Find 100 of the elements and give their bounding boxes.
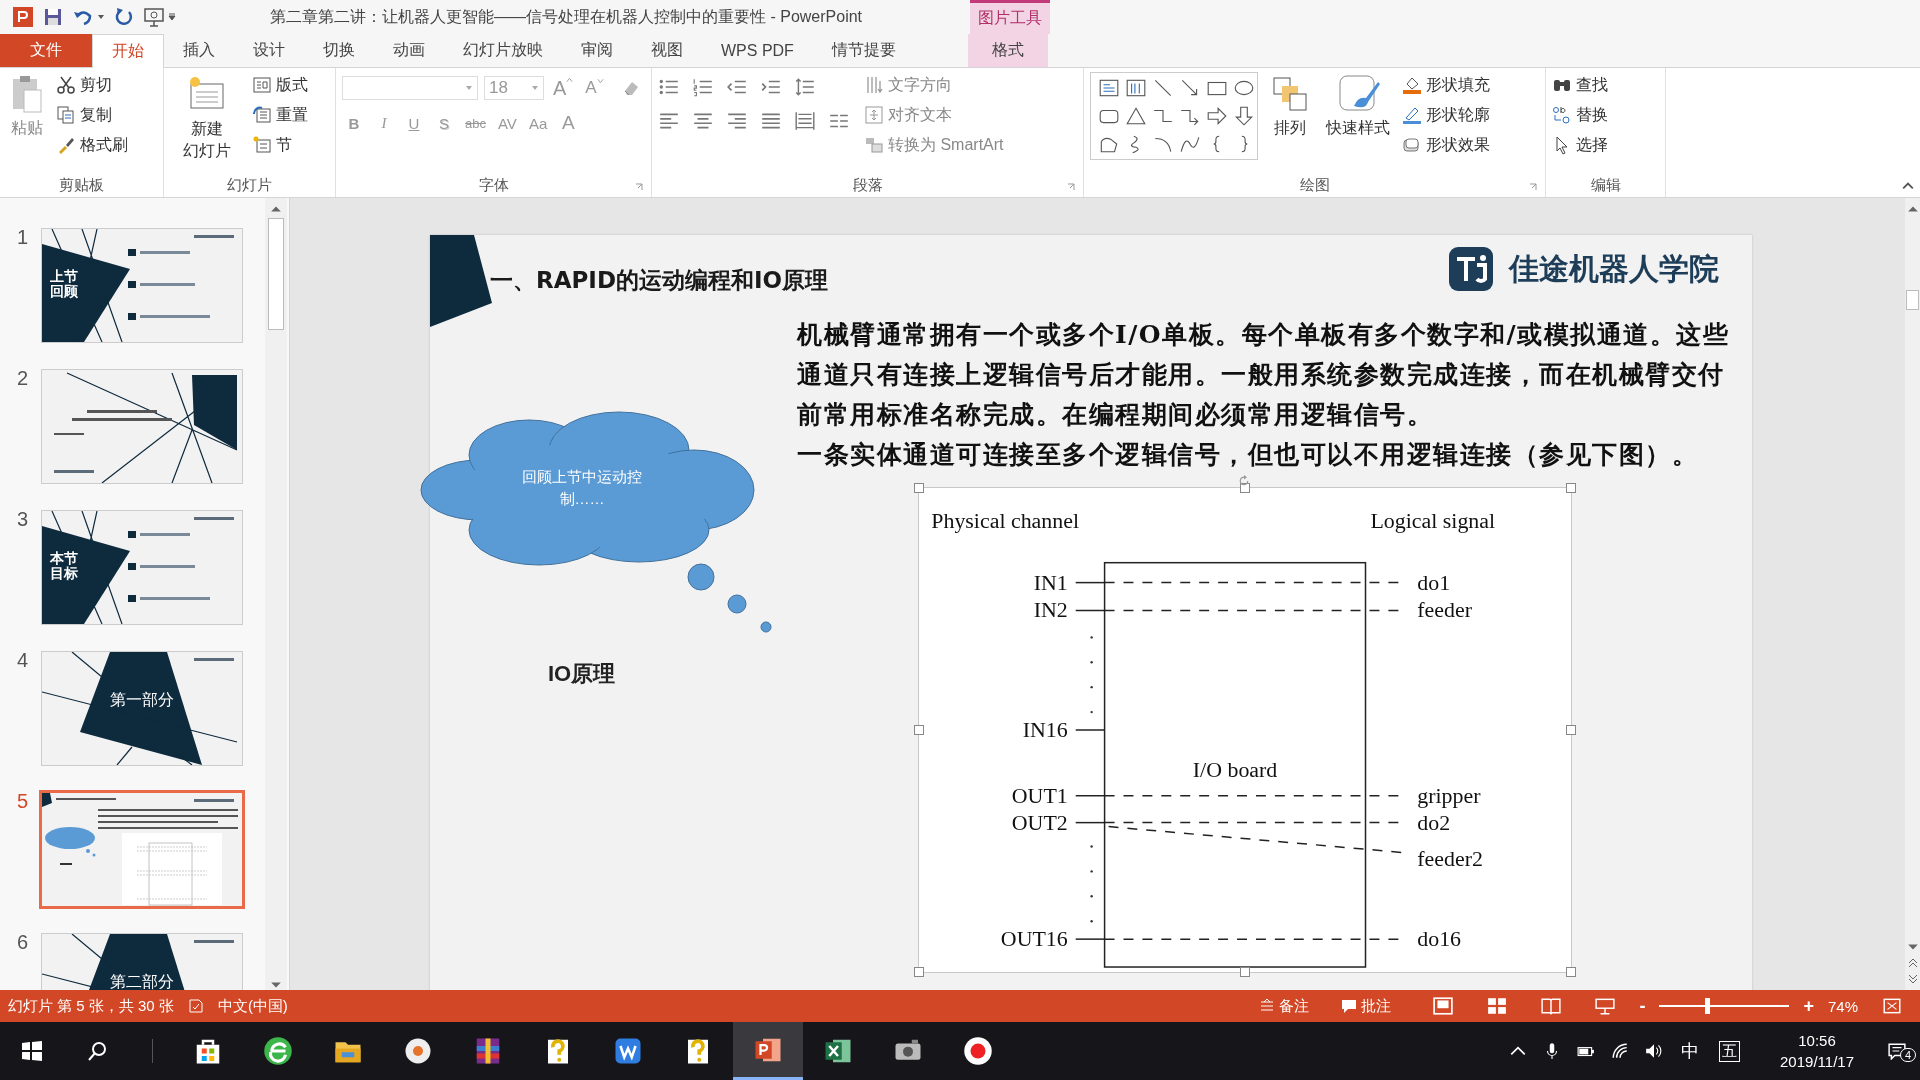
ribbon-tab[interactable]: 设计	[234, 34, 304, 67]
disc-icon[interactable]	[403, 1036, 433, 1066]
slide-thumbnail[interactable]: 上节回顾	[41, 228, 243, 343]
ribbon-tab[interactable]: 切换	[304, 34, 374, 67]
document-app-icon[interactable]	[613, 1036, 643, 1066]
zoom-out-button[interactable]: -	[1639, 995, 1646, 1017]
comments-button[interactable]: 批注	[1341, 996, 1392, 1016]
slide-option-button[interactable]: 节	[252, 132, 308, 158]
line-spacing-icon[interactable]	[794, 76, 816, 98]
normal-view-icon[interactable]	[1433, 997, 1454, 1015]
paragraph-option-button[interactable]: 转换为 SmartArt	[864, 132, 1004, 158]
vertical-textbox-icon[interactable]	[1124, 77, 1148, 99]
shape-gallery[interactable]	[1090, 72, 1258, 160]
rotate-handle-icon[interactable]	[1238, 475, 1250, 487]
spell-check-icon[interactable]	[187, 998, 204, 1014]
quick-styles-button[interactable]: 快速样式	[1322, 72, 1394, 141]
resize-handle[interactable]	[914, 725, 924, 735]
column-header: Physical channel	[931, 507, 1080, 533]
clock-date[interactable]: 2019/11/17	[1780, 1051, 1854, 1072]
zoom-in-button[interactable]: +	[1803, 995, 1814, 1017]
right-arrow-icon[interactable]	[1205, 105, 1229, 127]
ribbon-tab[interactable]: 格式	[968, 34, 1048, 67]
slide-thumbnail[interactable]: 第一部分	[41, 651, 243, 766]
slide-sorter-icon[interactable]	[1487, 997, 1508, 1015]
clock-time[interactable]: 10:56	[1798, 1030, 1836, 1051]
ribbon-tab[interactable]: 动画	[374, 34, 444, 67]
dialog-launcher-icon[interactable]	[1529, 183, 1537, 191]
clipboard-button[interactable]: 剪切	[56, 72, 128, 98]
ribbon-tab[interactable]: 开始	[92, 34, 164, 68]
slide-thumbnail[interactable]	[41, 369, 243, 484]
editing-button[interactable]: 选择	[1552, 132, 1608, 158]
notes-button[interactable]: 备注	[1259, 996, 1310, 1016]
editing-button[interactable]: 替换	[1552, 102, 1608, 128]
zoom-level[interactable]: 74%	[1827, 997, 1858, 1015]
ribbon-tab[interactable]: WPS PDF	[702, 34, 813, 67]
ribbon-tab[interactable]: 审阅	[562, 34, 632, 67]
powerpoint-icon[interactable]	[12, 6, 34, 28]
resize-handle[interactable]	[1240, 483, 1250, 493]
shape-format-button[interactable]: 形状轮廓	[1402, 102, 1490, 128]
resize-handle[interactable]	[1566, 725, 1576, 735]
caret-icon[interactable]	[97, 13, 105, 21]
down-arrow-icon[interactable]	[1232, 105, 1256, 127]
ribbon-tab[interactable]: 情节提要	[812, 34, 915, 67]
resize-handle[interactable]	[1240, 967, 1250, 977]
slide-option-button[interactable]: 版式	[252, 72, 308, 98]
language-indicator[interactable]: 中文(中国)	[217, 996, 288, 1016]
globe-icon[interactable]	[263, 1036, 293, 1066]
next-slide-icon[interactable]	[1906, 974, 1919, 984]
numbering-icon[interactable]	[692, 76, 714, 98]
editing-button[interactable]: 查找	[1552, 72, 1608, 98]
fit-to-window-icon[interactable]	[1882, 997, 1902, 1015]
new-slide-button[interactable]: 新建 幻灯片	[170, 72, 244, 164]
customize-caret-icon[interactable]	[168, 13, 176, 21]
redo-icon[interactable]	[113, 6, 135, 28]
slide-thumbnail[interactable]: 本节目标	[41, 510, 243, 625]
resize-handle[interactable]	[914, 967, 924, 977]
resize-handle[interactable]	[1566, 967, 1576, 977]
clipboard-button[interactable]: 格式刷	[56, 132, 128, 158]
dialog-launcher-icon[interactable]	[1067, 183, 1075, 191]
slide-option-button[interactable]: 重置	[252, 102, 308, 128]
slide-thumbnail[interactable]	[39, 790, 245, 909]
triangle-icon[interactable]	[1124, 105, 1148, 127]
slide-thumbnail[interactable]: 第二部分	[41, 933, 243, 990]
collapse-ribbon-icon[interactable]	[1902, 181, 1914, 191]
textbox-icon[interactable]	[1097, 77, 1121, 99]
input-mode-indicator[interactable]: 五	[1719, 1040, 1741, 1062]
save-icon[interactable]	[42, 6, 64, 28]
wifi-icon[interactable]	[1611, 1042, 1630, 1060]
scroll-up-icon[interactable]	[270, 204, 282, 214]
record-icon[interactable]	[963, 1036, 993, 1066]
group-label: 编辑	[1590, 175, 1621, 195]
volume-icon[interactable]	[1645, 1042, 1664, 1060]
file-tab[interactable]: 文件	[0, 34, 92, 67]
scrollbar-thumb[interactable]	[268, 218, 284, 330]
scroll-down-icon[interactable]	[1906, 942, 1919, 952]
resize-handle[interactable]	[1566, 483, 1576, 493]
font-name-field[interactable]	[342, 76, 478, 100]
ribbon-tab[interactable]: 插入	[164, 34, 234, 67]
paragraph-option-button[interactable]: 文字方向	[864, 72, 1004, 98]
notification-icon[interactable]	[1888, 1042, 1906, 1060]
scrollbar-thumb[interactable]	[1906, 290, 1919, 310]
start-icon[interactable]	[20, 1039, 44, 1063]
slideshow-icon[interactable]	[143, 6, 165, 28]
reading-view-icon[interactable]	[1541, 997, 1562, 1015]
ribbon-tab[interactable]: 幻灯片放映	[444, 34, 562, 67]
dialog-launcher-icon[interactable]	[635, 183, 643, 191]
previous-slide-icon[interactable]	[1906, 958, 1919, 968]
resize-handle[interactable]	[914, 483, 924, 493]
clipboard-button[interactable]: 复制	[56, 102, 128, 128]
paste-button[interactable]: 粘贴	[6, 72, 48, 141]
scroll-up-icon[interactable]	[1906, 204, 1919, 214]
shape-format-button[interactable]: 形状效果	[1402, 132, 1490, 158]
input-method-indicator[interactable]: 中	[1681, 1039, 1700, 1063]
slideshow-view-icon[interactable]	[1595, 997, 1616, 1015]
arrange-button[interactable]: 排列	[1266, 72, 1314, 141]
ribbon-tab[interactable]: 视图	[632, 34, 702, 67]
distribute-icon[interactable]	[794, 110, 816, 132]
zoom-slider-thumb[interactable]	[1704, 998, 1710, 1014]
paragraph-option-button[interactable]: 对齐文本	[864, 102, 1004, 128]
shape-format-button[interactable]: 形状填充	[1402, 72, 1490, 98]
